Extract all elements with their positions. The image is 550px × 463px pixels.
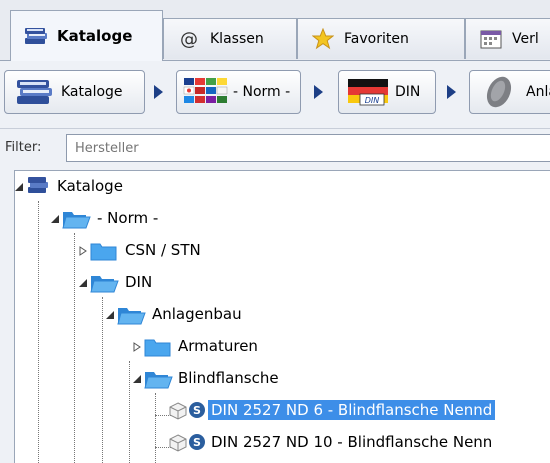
tab-bar: Kataloge @ Klassen Favoriten Verl bbox=[0, 0, 550, 61]
tab-klassen[interactable]: @ Klassen bbox=[163, 18, 297, 59]
flags-icon bbox=[183, 77, 229, 107]
tree-node-label: Armaturen bbox=[178, 337, 258, 355]
svg-text:S: S bbox=[193, 436, 201, 449]
tab-label: Kataloge bbox=[57, 27, 133, 45]
chevron-right-icon bbox=[314, 85, 323, 99]
svg-text:S: S bbox=[193, 404, 201, 417]
tree-guide-line bbox=[74, 233, 75, 463]
breadcrumb-label: - Norm - bbox=[233, 84, 291, 100]
breadcrumb-norm[interactable]: - Norm - bbox=[176, 70, 301, 114]
books-icon bbox=[23, 25, 49, 47]
tab-label: Verl bbox=[512, 31, 539, 47]
tree-node-label: Kataloge bbox=[57, 177, 123, 195]
tree-guide-line bbox=[129, 361, 130, 463]
open-folder-icon bbox=[61, 208, 91, 234]
calendar-icon bbox=[478, 28, 504, 50]
chevron-right-icon bbox=[447, 85, 456, 99]
catalog-window: Kataloge @ Klassen Favoriten Verl Katalo… bbox=[0, 0, 550, 463]
tree-guide-line bbox=[155, 393, 156, 463]
star-icon bbox=[310, 28, 336, 50]
filter-bar: Filter: bbox=[0, 129, 550, 169]
filter-label: Filter: bbox=[5, 140, 42, 155]
expanded-arrow-icon[interactable] bbox=[77, 277, 89, 289]
tree-node-label: Blindflansche bbox=[178, 369, 279, 387]
tree-node-label: CSN / STN bbox=[125, 241, 201, 259]
tree-guide-line bbox=[102, 297, 103, 463]
breadcrumb-din[interactable]: DIN DIN bbox=[338, 70, 436, 114]
books-icon bbox=[27, 175, 49, 199]
expanded-arrow-icon[interactable] bbox=[13, 181, 25, 193]
collapsed-arrow-icon[interactable] bbox=[77, 245, 89, 257]
tree-node-label: DIN bbox=[125, 273, 153, 291]
part-cube-icon bbox=[169, 402, 187, 424]
filter-input[interactable] bbox=[66, 134, 550, 162]
chevron-right-icon bbox=[154, 85, 163, 99]
breadcrumb-label: Anla bbox=[526, 84, 550, 100]
open-folder-icon bbox=[116, 304, 146, 330]
tree-guide-line bbox=[38, 201, 39, 463]
tab-favoriten[interactable]: Favoriten bbox=[297, 18, 465, 59]
open-folder-icon bbox=[89, 272, 119, 298]
standard-s-icon: S bbox=[188, 433, 206, 455]
books-icon bbox=[11, 77, 57, 107]
tab-kataloge[interactable]: Kataloge bbox=[10, 10, 163, 61]
expanded-arrow-icon[interactable] bbox=[104, 309, 116, 321]
folder-icon bbox=[89, 240, 119, 266]
tree-node-label: DIN 2527 ND 10 - Blindflansche Nenn bbox=[211, 433, 493, 451]
din-badge-text: DIN bbox=[365, 96, 380, 105]
catalog-tree: Kataloge - Norm - CSN / STN DIN Anlagenb… bbox=[14, 170, 550, 463]
collapsed-arrow-icon[interactable] bbox=[131, 341, 143, 353]
at-icon: @ bbox=[180, 28, 198, 50]
disc-icon bbox=[476, 76, 522, 108]
breadcrumb-label: DIN bbox=[395, 84, 421, 100]
expanded-arrow-icon[interactable] bbox=[131, 373, 143, 385]
tree-node-label: DIN 2527 ND 6 - Blindflansche Nennd bbox=[208, 400, 496, 420]
breadcrumb-label: Kataloge bbox=[61, 84, 123, 100]
tab-label: Klassen bbox=[210, 31, 264, 47]
open-folder-icon bbox=[143, 368, 173, 394]
breadcrumb: Kataloge - Norm - DIN DIN Anl bbox=[0, 61, 550, 129]
folder-icon bbox=[143, 336, 173, 362]
din-flag-icon: DIN bbox=[345, 77, 391, 107]
tree-node-label: Anlagenbau bbox=[152, 305, 242, 323]
breadcrumb-kataloge[interactable]: Kataloge bbox=[4, 70, 145, 114]
expanded-arrow-icon[interactable] bbox=[49, 213, 61, 225]
tab-verlauf[interactable]: Verl bbox=[465, 18, 550, 59]
breadcrumb-anlagenbau[interactable]: Anla bbox=[469, 70, 550, 114]
standard-s-icon: S bbox=[188, 401, 206, 423]
tab-label: Favoriten bbox=[344, 31, 409, 47]
part-cube-icon bbox=[169, 434, 187, 456]
tree-node-label: - Norm - bbox=[97, 209, 159, 227]
